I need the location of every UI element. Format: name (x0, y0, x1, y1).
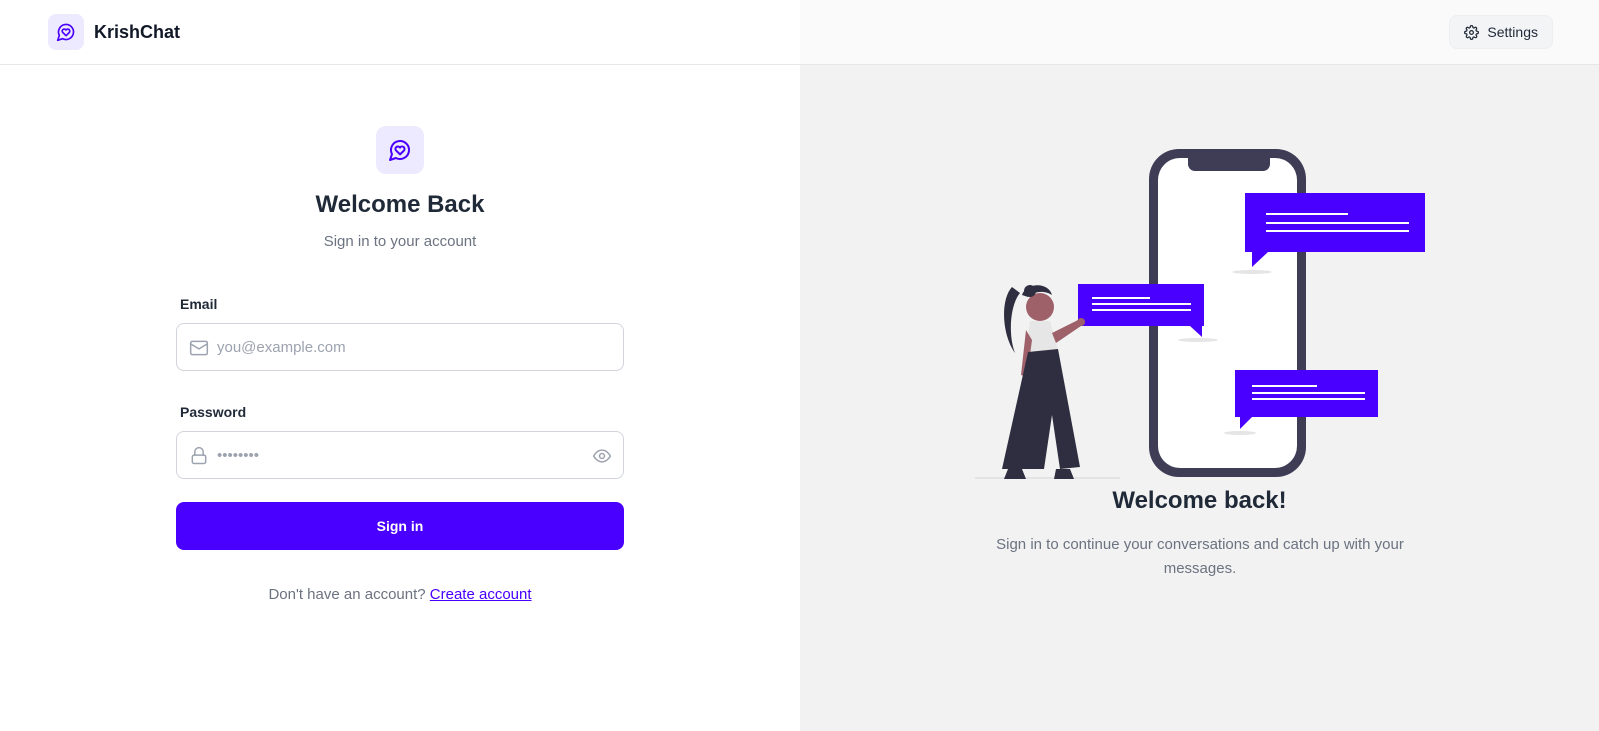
signup-prompt: Don't have an account? Create account (0, 586, 800, 603)
form-logo (376, 126, 424, 174)
create-account-link[interactable]: Create account (430, 586, 532, 603)
chat-heart-icon (389, 140, 410, 161)
email-field-wrapper (176, 323, 624, 371)
chat-illustration (975, 149, 1425, 479)
header-actions: Settings (800, 0, 1599, 64)
chat-heart-icon (56, 23, 75, 42)
welcome-panel: Welcome back! Sign in to continue your c… (800, 65, 1599, 731)
no-account-text: Don't have an account? (268, 586, 426, 603)
app-logo[interactable] (48, 14, 84, 50)
welcome-title: Welcome back! (1112, 487, 1287, 514)
welcome-text: Sign in to continue your conversations a… (996, 536, 1404, 577)
password-field-wrapper (176, 431, 624, 479)
login-panel: Welcome Back Sign in to your account Ema… (0, 65, 800, 731)
brand-area: KrishChat (0, 0, 800, 64)
settings-label: Settings (1487, 24, 1538, 40)
login-subtitle: Sign in to your account (323, 233, 477, 250)
password-input[interactable] (177, 432, 623, 478)
email-label: Email (180, 296, 218, 312)
gear-icon (1464, 24, 1480, 40)
app-name: KrishChat (94, 21, 181, 42)
toggle-password-visibility[interactable] (591, 445, 613, 467)
password-label: Password (180, 404, 247, 420)
top-bar: KrishChat Settings (0, 0, 1599, 65)
sign-in-button[interactable]: Sign in (176, 502, 624, 550)
email-input[interactable] (177, 324, 623, 370)
mail-icon (189, 340, 209, 356)
lock-icon (191, 446, 207, 465)
settings-button[interactable]: Settings (1449, 15, 1553, 49)
login-title: Welcome Back (315, 191, 485, 218)
eye-icon (592, 449, 612, 463)
